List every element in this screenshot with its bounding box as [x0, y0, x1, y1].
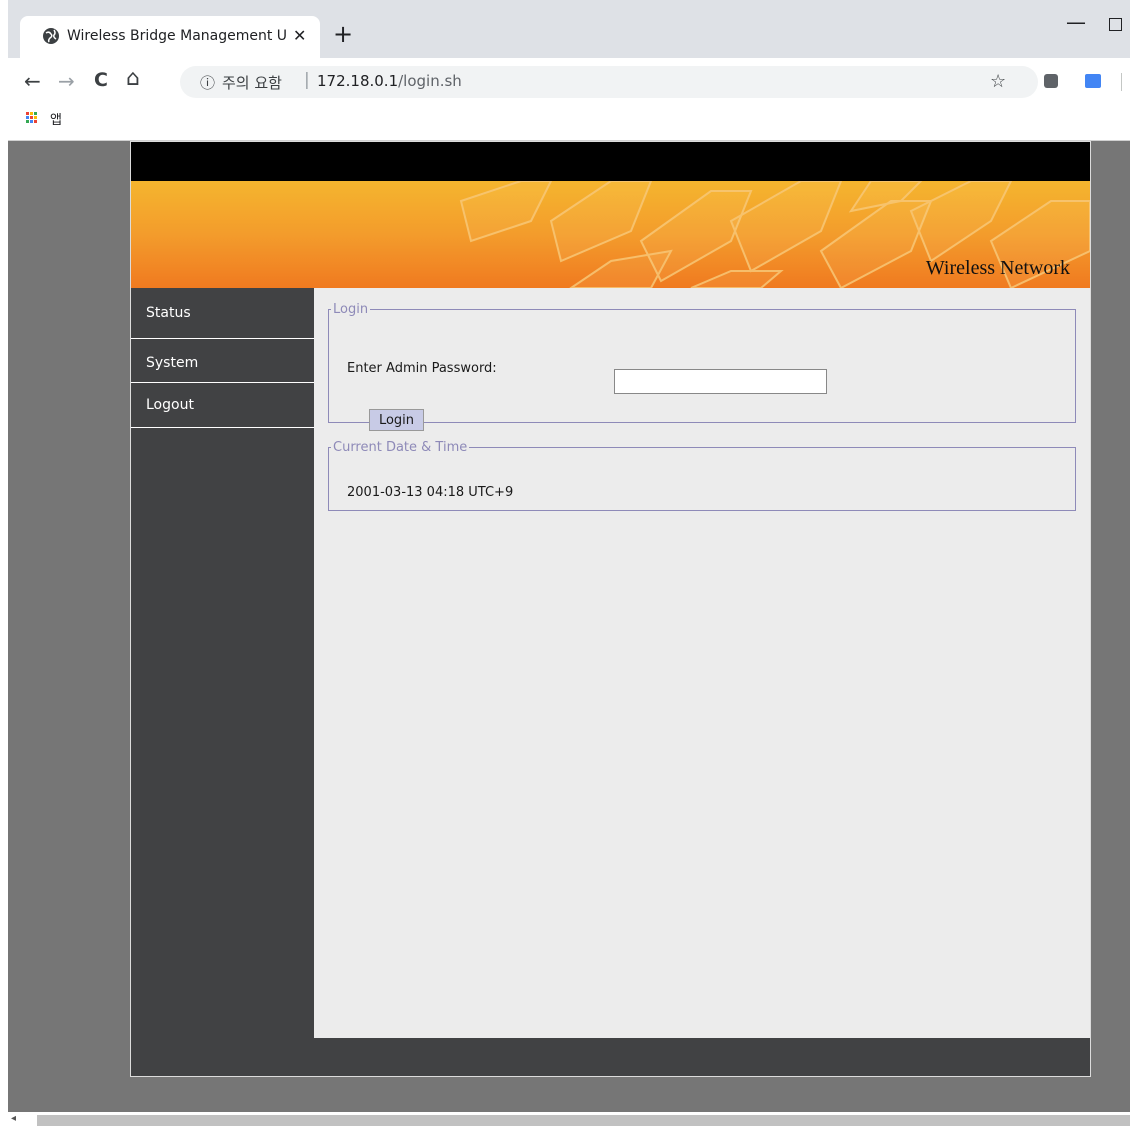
- extension-icon[interactable]: [1044, 74, 1058, 88]
- url-path: /login.sh: [398, 72, 462, 90]
- browser-toolbar: ← → C ⌂ ⓘ 주의 요함 | 172.18.0.1/login.sh ☆: [8, 58, 1130, 106]
- globe-icon: [43, 28, 59, 44]
- tab-title: Wireless Bridge Management UI: [67, 28, 287, 44]
- scrollbar-thumb[interactable]: [37, 1115, 1130, 1126]
- bookmark-apps-label[interactable]: 앱: [50, 109, 62, 128]
- banner-title: Wireless Network: [925, 257, 1070, 279]
- window-left-edge: [0, 0, 8, 1129]
- page-top-bar: [131, 142, 1090, 181]
- maximize-window-icon[interactable]: [1109, 18, 1122, 31]
- sidebar-item-logout[interactable]: Logout: [131, 383, 314, 428]
- url-separator: |: [304, 70, 310, 90]
- admin-password-input[interactable]: [614, 369, 827, 394]
- login-fieldset: Login Enter Admin Password: Login: [328, 302, 1076, 431]
- minimize-window-icon[interactable]: —: [1066, 10, 1086, 34]
- new-tab-button[interactable]: +: [333, 22, 353, 46]
- scroll-left-icon[interactable]: ◂: [11, 1113, 16, 1124]
- info-icon[interactable]: ⓘ: [200, 72, 215, 93]
- main-content: Login Enter Admin Password: Login Curren…: [314, 288, 1090, 1038]
- toolbar-divider: [1121, 73, 1122, 91]
- sidebar-item-label: Status: [146, 305, 191, 321]
- header-banner: Wireless Network: [131, 181, 1090, 288]
- sidebar-item-system[interactable]: System: [131, 339, 314, 383]
- current-datetime: 2001-03-13 04:18 UTC+9: [347, 485, 514, 500]
- router-page: Wireless Network Status System Logout Lo…: [130, 141, 1091, 1077]
- sidebar-item-status[interactable]: Status: [131, 288, 314, 339]
- login-button[interactable]: Login: [369, 409, 424, 431]
- password-label: Enter Admin Password:: [347, 361, 497, 376]
- bookmark-star-icon[interactable]: ☆: [990, 71, 1006, 92]
- datetime-fieldset: Current Date & Time 2001-03-13 04:18 UTC…: [328, 440, 1076, 511]
- forward-arrow-icon[interactable]: →: [58, 69, 75, 93]
- login-legend: Login: [333, 302, 369, 317]
- page-footer: [131, 1038, 1090, 1076]
- sidebar-item-label: Logout: [146, 397, 194, 413]
- address-bar[interactable]: ⓘ 주의 요함 | 172.18.0.1/login.sh: [180, 66, 1038, 98]
- back-arrow-icon[interactable]: ←: [24, 69, 41, 93]
- sidebar-item-label: System: [146, 355, 199, 371]
- home-icon[interactable]: ⌂: [126, 66, 140, 91]
- sidebar: Status System Logout: [131, 288, 314, 1038]
- reload-icon[interactable]: C: [94, 69, 108, 91]
- security-warning: 주의 요함: [222, 74, 282, 92]
- translate-extension-icon[interactable]: [1085, 74, 1101, 88]
- horizontal-scrollbar[interactable]: ◂: [8, 1112, 1130, 1129]
- url-text[interactable]: 172.18.0.1/login.sh: [317, 72, 462, 90]
- browser-tab[interactable]: Wireless Bridge Management UI ✕: [20, 16, 320, 58]
- browser-tab-strip: Wireless Bridge Management UI ✕ + —: [8, 0, 1130, 58]
- url-host: 172.18.0.1: [317, 72, 399, 90]
- close-tab-icon[interactable]: ✕: [293, 26, 306, 45]
- apps-grid-icon[interactable]: [26, 112, 38, 124]
- bookmarks-bar: 앱: [8, 106, 1130, 141]
- datetime-legend: Current Date & Time: [333, 440, 468, 455]
